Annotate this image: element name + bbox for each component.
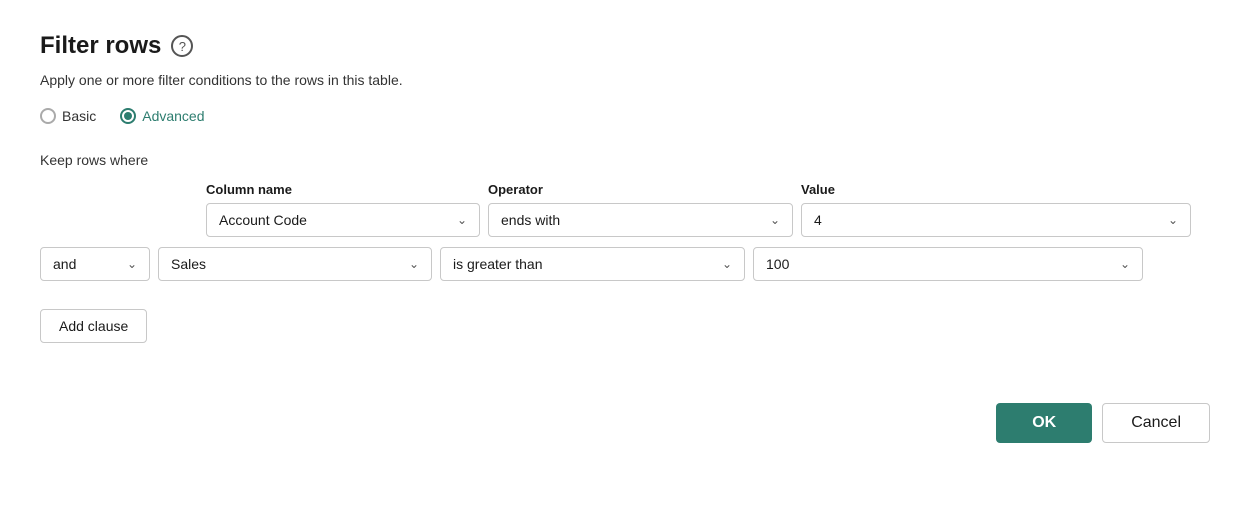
filter-rows-dialog: Filter rows ? Apply one or more filter c… [40, 32, 1210, 443]
row2-conjunction-value: and [53, 256, 119, 272]
row2-operator-select[interactable]: is greater than ⌄ [440, 247, 745, 281]
row1-value: 4 [814, 212, 1160, 228]
radio-group: Basic Advanced [40, 108, 1210, 124]
title-row: Filter rows ? [40, 32, 1210, 60]
row1-value-select[interactable]: 4 ⌄ [801, 203, 1191, 237]
cancel-button[interactable]: Cancel [1102, 403, 1210, 443]
row1-column-select[interactable]: Account Code ⌄ [206, 203, 480, 237]
row1-value-chevron: ⌄ [1168, 213, 1178, 227]
radio-advanced[interactable]: Advanced [120, 108, 204, 124]
row2-conjunction-chevron: ⌄ [127, 257, 137, 271]
row2-operator-chevron: ⌄ [722, 257, 732, 271]
column-name-header: Column name [206, 182, 480, 197]
footer-buttons: OK Cancel [40, 403, 1210, 443]
ok-button[interactable]: OK [996, 403, 1092, 443]
filter-row-2: and ⌄ Sales ⌄ is greater than ⌄ 100 ⌄ [40, 247, 1210, 281]
row2-column-select[interactable]: Sales ⌄ [158, 247, 432, 281]
column-headers-row: Column name Operator Value [40, 182, 1210, 197]
row1-column-chevron: ⌄ [457, 213, 467, 227]
radio-advanced-label: Advanced [142, 108, 204, 124]
row1-column-value: Account Code [219, 212, 449, 228]
row2-conjunction-select[interactable]: and ⌄ [40, 247, 150, 281]
operator-header: Operator [488, 182, 793, 197]
subtitle: Apply one or more filter conditions to t… [40, 72, 1210, 88]
keep-rows-label: Keep rows where [40, 152, 1210, 168]
radio-basic-label: Basic [62, 108, 96, 124]
dialog-title: Filter rows [40, 32, 161, 60]
row2-value-select[interactable]: 100 ⌄ [753, 247, 1143, 281]
radio-basic[interactable]: Basic [40, 108, 96, 124]
row2-value: 100 [766, 256, 1112, 272]
row2-operator-value: is greater than [453, 256, 714, 272]
row2-column-chevron: ⌄ [409, 257, 419, 271]
filter-row-1: Account Code ⌄ ends with ⌄ 4 ⌄ [40, 203, 1210, 237]
help-icon[interactable]: ? [171, 35, 193, 57]
row1-operator-chevron: ⌄ [770, 213, 780, 227]
radio-basic-input[interactable] [40, 108, 56, 124]
value-header: Value [801, 182, 1191, 197]
row2-column-value: Sales [171, 256, 401, 272]
row1-operator-select[interactable]: ends with ⌄ [488, 203, 793, 237]
radio-advanced-input[interactable] [120, 108, 136, 124]
row2-value-chevron: ⌄ [1120, 257, 1130, 271]
add-clause-button[interactable]: Add clause [40, 309, 147, 343]
row1-operator-value: ends with [501, 212, 762, 228]
